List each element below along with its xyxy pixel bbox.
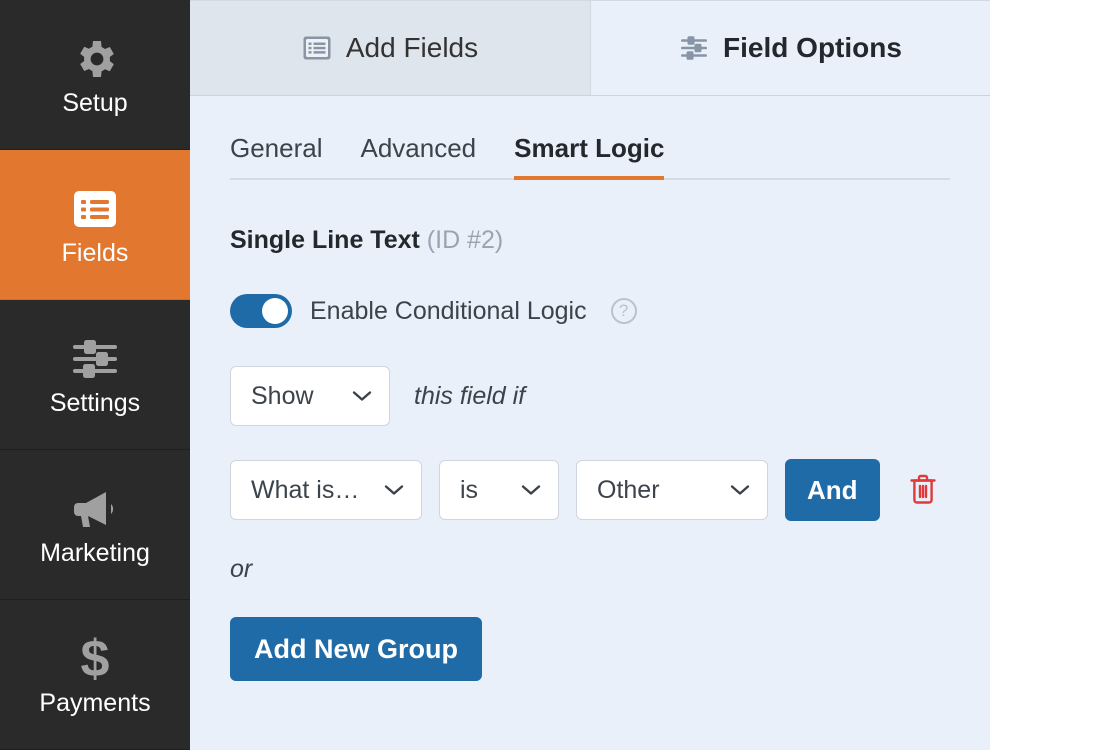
sliders-icon bbox=[69, 333, 121, 385]
builder-sidebar: Setup Fields Settings Marketing $ Paymen… bbox=[0, 0, 190, 750]
field-title: Single Line Text (ID #2) bbox=[230, 226, 950, 255]
sidebar-item-payments[interactable]: $ Payments bbox=[0, 600, 190, 750]
sliders-icon bbox=[679, 34, 709, 62]
enable-conditional-logic-label: Enable Conditional Logic bbox=[310, 296, 587, 325]
sidebar-item-label: Payments bbox=[39, 689, 151, 717]
chevron-down-icon bbox=[383, 483, 405, 497]
rule-operator-value: is bbox=[460, 475, 479, 504]
tab-label: Add Fields bbox=[345, 32, 479, 63]
sidebar-item-label: Fields bbox=[61, 239, 129, 267]
sidebar-item-settings[interactable]: Settings bbox=[0, 300, 190, 450]
megaphone-icon bbox=[69, 483, 121, 535]
sidebar-item-setup[interactable]: Setup bbox=[0, 0, 190, 150]
list-form-icon bbox=[69, 183, 121, 235]
chevron-down-icon bbox=[729, 483, 751, 497]
tab-label: Field Options bbox=[723, 32, 902, 63]
rule-operator-select[interactable]: is bbox=[439, 460, 559, 520]
chevron-down-icon bbox=[351, 389, 373, 403]
svg-text:$: $ bbox=[81, 633, 110, 685]
rule-field-select[interactable]: What is… bbox=[230, 460, 422, 520]
delete-rule-button[interactable] bbox=[903, 468, 943, 512]
enable-conditional-logic-row: Enable Conditional Logic ? bbox=[230, 294, 950, 328]
chevron-down-icon bbox=[520, 483, 542, 497]
logic-action-value: Show bbox=[251, 381, 314, 410]
sidebar-item-label: Settings bbox=[49, 389, 141, 417]
rule-field-value: What is… bbox=[251, 475, 360, 504]
rule-value-select[interactable]: Other bbox=[576, 460, 768, 520]
subtab-general[interactable]: General bbox=[230, 133, 323, 178]
canvas-area bbox=[990, 0, 1116, 750]
wpforms-builder: Setup Fields Settings Marketing $ Paymen… bbox=[0, 0, 1116, 750]
sidebar-item-marketing[interactable]: Marketing bbox=[0, 450, 190, 600]
sidebar-item-label: Setup bbox=[62, 89, 128, 117]
sidebar-item-fields[interactable]: Fields bbox=[0, 150, 190, 300]
subtab-advanced[interactable]: Advanced bbox=[361, 133, 477, 178]
trash-icon bbox=[909, 473, 937, 508]
toggle-knob bbox=[262, 298, 288, 324]
field-options-subtabs: General Advanced Smart Logic bbox=[230, 96, 950, 180]
logic-action-row: Show this field if bbox=[230, 366, 950, 426]
field-name: Single Line Text bbox=[230, 226, 420, 254]
add-new-group-button[interactable]: Add New Group bbox=[230, 617, 482, 681]
sidebar-item-label: Marketing bbox=[40, 539, 150, 567]
help-icon[interactable]: ? bbox=[610, 298, 637, 324]
or-label: or bbox=[230, 555, 253, 583]
conditional-rule-row: What is… is Other And bbox=[230, 459, 950, 521]
this-field-if-label: this field if bbox=[414, 381, 526, 410]
dollar-sign-icon: $ bbox=[69, 633, 121, 685]
add-and-condition-button[interactable]: And bbox=[785, 459, 880, 521]
enable-conditional-logic-toggle[interactable] bbox=[230, 294, 292, 328]
logic-action-select[interactable]: Show bbox=[230, 366, 390, 426]
rule-value-value: Other bbox=[597, 475, 660, 504]
panel-top-tabs: Add Fields Field Options bbox=[190, 0, 990, 96]
field-id: (ID #2) bbox=[426, 226, 504, 254]
subtab-smart-logic[interactable]: Smart Logic bbox=[514, 133, 665, 180]
tab-field-options[interactable]: Field Options bbox=[590, 0, 990, 95]
tab-add-fields[interactable]: Add Fields bbox=[190, 0, 590, 95]
smart-logic-body: Single Line Text (ID #2) Enable Conditio… bbox=[190, 180, 990, 750]
gear-icon bbox=[69, 33, 121, 85]
field-options-panel: Add Fields Field Options General Advance… bbox=[190, 0, 990, 750]
form-list-icon bbox=[302, 35, 332, 61]
